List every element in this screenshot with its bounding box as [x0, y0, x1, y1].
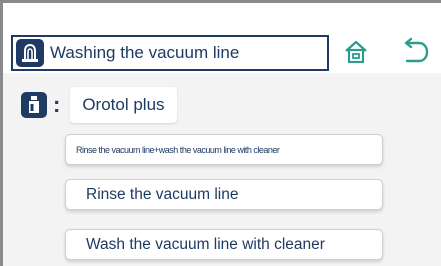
vacuum-line-icon [16, 39, 44, 67]
screen: Washing the vacuum line : Orotol plus Ri… [0, 0, 441, 266]
product-name: Orotol plus [70, 87, 177, 123]
option-rinse-button[interactable]: Rinse the vacuum line [65, 179, 383, 210]
option-label: Rinse the vacuum line [86, 185, 239, 203]
product-separator: : [53, 92, 61, 117]
page-title: Washing the vacuum line [50, 43, 240, 62]
option-label: Rinse the vacuum line+wash the vacuum li… [76, 144, 280, 155]
product-row: : Orotol plus [21, 87, 177, 123]
option-label: Wash the vacuum line with cleaner [86, 235, 325, 253]
title-box: Washing the vacuum line [11, 35, 329, 71]
option-wash-button[interactable]: Wash the vacuum line with cleaner [65, 229, 383, 260]
home-button[interactable] [341, 37, 371, 67]
bottle-icon [21, 92, 47, 118]
back-button[interactable] [399, 35, 433, 67]
home-icon [345, 40, 367, 64]
header-bar: Washing the vacuum line [3, 3, 441, 73]
option-rinse-and-wash-button[interactable]: Rinse the vacuum line+wash the vacuum li… [65, 134, 383, 165]
back-arrow-icon [404, 37, 429, 63]
